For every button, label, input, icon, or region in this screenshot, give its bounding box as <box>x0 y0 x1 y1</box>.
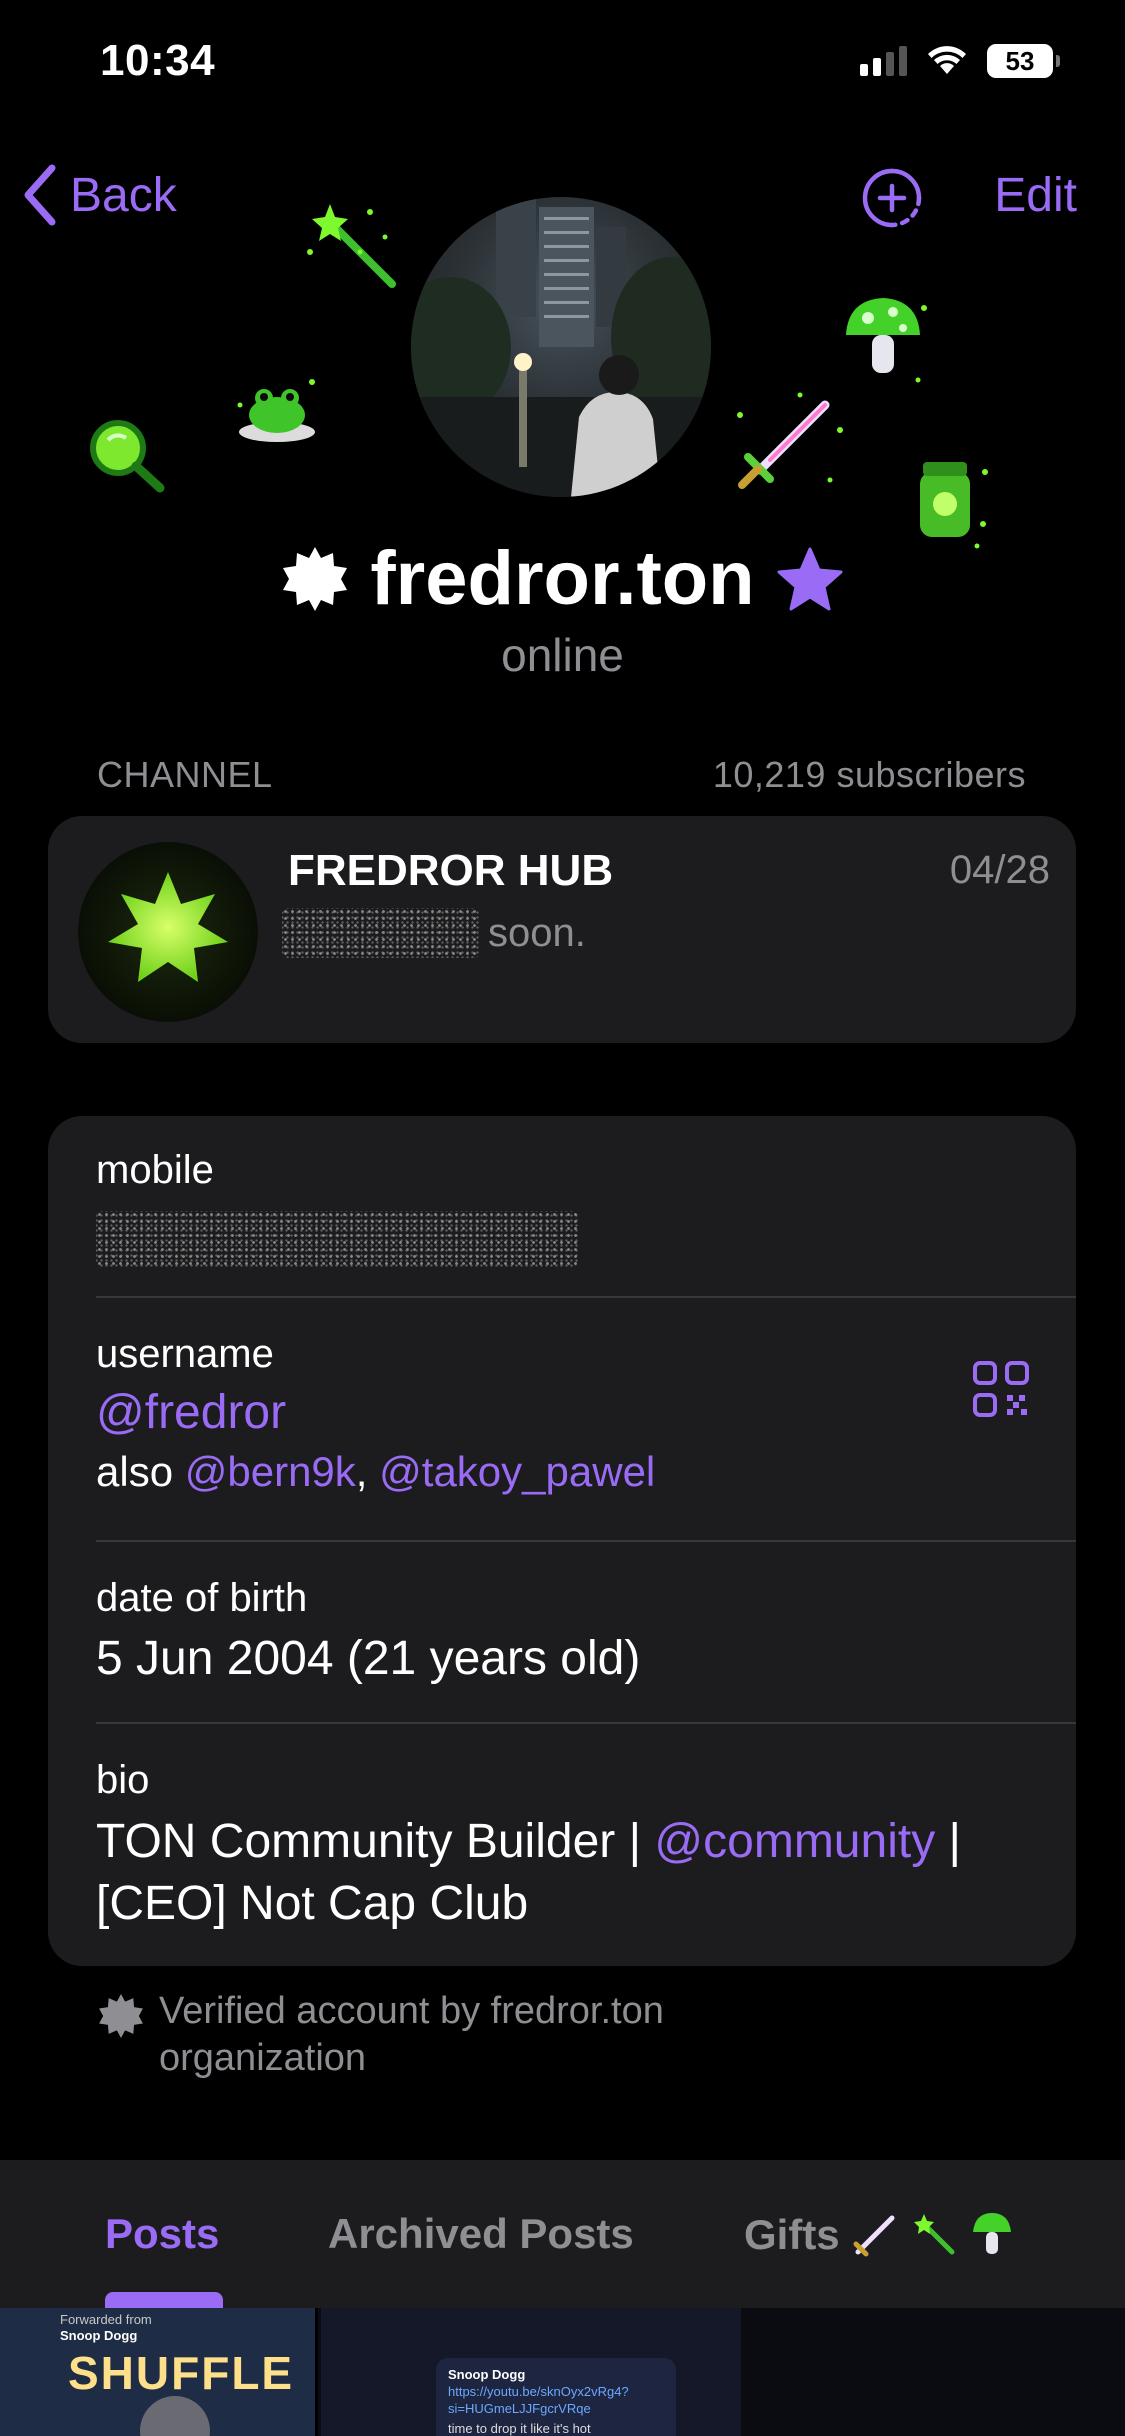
also-username-2[interactable]: @takoy_pawel <box>379 1448 655 1495</box>
also-username-1[interactable]: @bern9k <box>185 1448 356 1495</box>
post-link-line2: si=HUGmeLJJFgcrVRqe <box>448 2401 591 2416</box>
also-usernames: also @bern9k, @takoy_pawel <box>96 1448 1076 1496</box>
verification-text: Verified account by fredror.ton organiza… <box>159 1988 664 2082</box>
posts-grid: Forwarded from Snoop Dogg SHUFFLE Snoop … <box>0 2308 1125 2436</box>
profile-name-row: fredror.ton <box>0 535 1125 622</box>
dob-value: 5 Jun 2004 (21 years old) <box>96 1632 641 1685</box>
avatar-photo <box>411 197 711 497</box>
channel-date: 04/28 <box>949 848 1050 892</box>
bio-label: bio <box>96 1758 150 1802</box>
spoiler-text[interactable] <box>282 908 480 958</box>
mushroom-icon <box>846 298 927 383</box>
birthday-row[interactable]: date of birth 5 Jun 2004 (21 years old) <box>96 1576 1076 1686</box>
status-bar: 10:34 53 <box>0 0 1125 130</box>
verified-badge-icon <box>99 1994 143 2038</box>
channel-name: FREDROR HUB <box>288 846 614 895</box>
channel-avatar <box>78 842 258 1022</box>
wand-icon <box>913 2214 955 2255</box>
edit-button[interactable]: Edit <box>994 168 1077 223</box>
magnifier-icon <box>90 420 165 493</box>
mobile-row[interactable]: mobile <box>96 1148 1076 1272</box>
post-thumbnail[interactable]: Forwarded from Snoop Dogg SHUFFLE <box>0 2308 318 2436</box>
channel-card[interactable]: FREDROR HUB 04/28 soon. <box>48 816 1076 1043</box>
mushroom-icon <box>972 2213 1011 2254</box>
bio-part1: TON Community Builder | <box>96 1815 642 1868</box>
bio-text: TON Community Builder | @community | [CE… <box>96 1811 1036 1935</box>
dob-label: date of birth <box>96 1576 308 1620</box>
post-title: SHUFFLE <box>68 2347 295 2399</box>
media-tabs: Posts Archived Posts Gifts <box>0 2160 1125 2308</box>
info-card: mobile username @fredror also @bern9k, @… <box>48 1116 1076 1966</box>
wifi-icon <box>928 46 966 74</box>
channel-subscribers: 10,219 subscribers <box>712 754 1026 795</box>
verification-line2: organization <box>159 2037 367 2079</box>
channel-section-header: CHANNEL 10,219 subscribers <box>97 754 1026 796</box>
verification-note: Verified account by fredror.ton organiza… <box>97 1988 664 2082</box>
username-label: username <box>96 1332 274 1376</box>
bio-link[interactable]: @community <box>654 1815 935 1868</box>
post-text: time to drop it like it's hot <box>448 2421 591 2436</box>
premium-star-icon[interactable] <box>775 544 845 614</box>
post-forward-label: Forwarded from <box>60 2312 152 2327</box>
mobile-spoiler[interactable] <box>96 1211 578 1267</box>
channel-section-label: CHANNEL <box>97 754 273 795</box>
qr-code-icon[interactable] <box>972 1360 1030 1418</box>
verification-line1: Verified account by fredror.ton <box>159 1990 664 2032</box>
sword-icon <box>853 2215 895 2257</box>
add-status-icon[interactable] <box>862 168 922 228</box>
post-author: Snoop Dogg <box>448 2367 526 2382</box>
divider <box>96 1540 1076 1542</box>
mobile-label: mobile <box>96 1148 214 1192</box>
chevron-left-icon <box>24 164 56 226</box>
sword-icon <box>737 392 843 489</box>
channel-preview-text: soon. <box>488 910 586 955</box>
back-button[interactable]: Back <box>22 164 177 226</box>
post-figure <box>140 2396 210 2436</box>
divider <box>96 1722 1076 1724</box>
divider <box>96 1296 1076 1298</box>
status-time: 10:34 <box>100 36 216 85</box>
also-prefix: also <box>96 1448 174 1495</box>
battery-icon: 53 <box>987 44 1060 78</box>
tab-posts[interactable]: Posts <box>105 2210 219 2258</box>
verified-badge-icon <box>283 546 348 611</box>
post-forward-source: Snoop Dogg <box>60 2328 138 2343</box>
tab-gifts[interactable]: Gifts <box>744 2210 1014 2260</box>
bio-row[interactable]: bio TON Community Builder | @community |… <box>96 1758 1036 1935</box>
frog-icon <box>237 379 315 442</box>
channel-star-icon <box>108 872 228 982</box>
tab-gifts-label: Gifts <box>744 2211 840 2258</box>
profile-status: online <box>501 629 624 681</box>
channel-preview: soon. <box>282 908 586 958</box>
signal-icon <box>860 46 907 76</box>
post-link-line1: https://youtu.be/sknOyx2vRg4? <box>448 2384 629 2399</box>
tab-archived-posts[interactable]: Archived Posts <box>328 2210 634 2258</box>
wand-icon <box>307 204 396 288</box>
profile-avatar[interactable] <box>411 197 711 497</box>
active-tab-indicator <box>105 2292 223 2308</box>
post-message-bubble: Snoop Dogg https://youtu.be/sknOyx2vRg4?… <box>436 2358 676 2436</box>
back-label: Back <box>70 168 177 222</box>
post-thumbnail[interactable]: Snoop Dogg https://youtu.be/sknOyx2vRg4?… <box>321 2308 741 2436</box>
username-row[interactable]: username @fredror also @bern9k, @takoy_p… <box>96 1332 1076 1496</box>
also-separator: , <box>355 1448 368 1495</box>
profile-name: fredror.ton <box>370 536 755 621</box>
status-icons: 53 <box>860 44 1060 78</box>
username-value[interactable]: @fredror <box>96 1385 1076 1440</box>
